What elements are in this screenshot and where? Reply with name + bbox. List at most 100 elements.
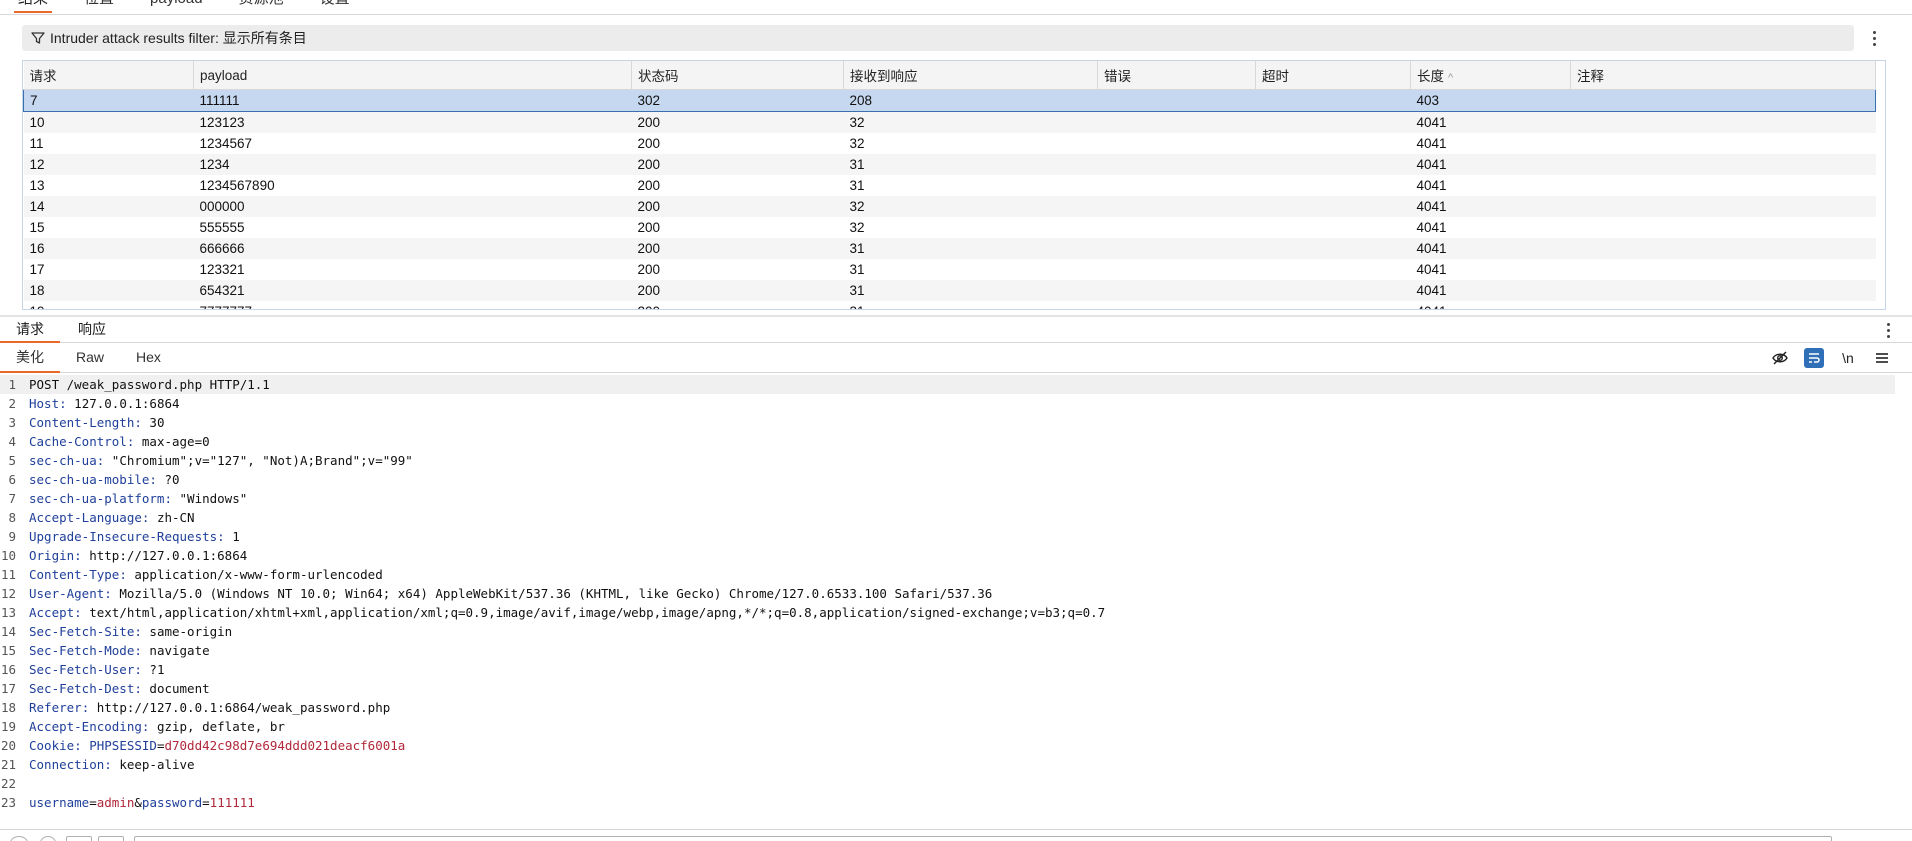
cell-timeout	[1255, 111, 1411, 133]
table-row[interactable]: 18 654321 200 31 4041	[23, 280, 1876, 301]
cell-payload: 123321	[199, 262, 245, 277]
line-content: Accept: text/html,application/xhtml+xml,…	[16, 603, 1105, 622]
line-number: 7	[8, 491, 16, 506]
cell-payload: 000000	[193, 196, 632, 217]
header-name: Accept	[29, 605, 75, 620]
table-row[interactable]: 11 1234567 200 32 4041	[24, 133, 1876, 154]
header-value: http://127.0.0.1:6864/weak_password.php	[96, 700, 391, 715]
code-line: 7 sec-ch-ua-platform: "Windows"	[0, 489, 1912, 508]
column-header-request[interactable]: 请求	[23, 61, 194, 90]
cell-status-code: 200	[631, 154, 844, 175]
menu-icon[interactable]	[1872, 348, 1892, 368]
column-header-length[interactable]: 长度 ^	[1410, 61, 1571, 90]
cell-timeout	[1255, 238, 1411, 259]
line-number: 6	[8, 472, 16, 487]
cell-status-code: 200	[632, 301, 844, 309]
line-number: 16	[0, 662, 16, 677]
cell-comment	[1571, 301, 1876, 309]
hide-non-printable-icon[interactable]	[1770, 348, 1790, 368]
cell-comment	[1570, 196, 1876, 217]
word-wrap-icon[interactable]	[1804, 348, 1824, 368]
table-row[interactable]: 17 123321 200 31 4041	[24, 259, 1876, 280]
table-row[interactable]: 15 555555 200 32 4041	[24, 217, 1876, 238]
column-header-error[interactable]: 错误	[1097, 61, 1256, 90]
pane-options-icon[interactable]	[1880, 320, 1896, 340]
table-header-row: 请求 payload 状态码 接收到响应 错误 超时 长度 ^ 注释	[23, 61, 1876, 90]
settings-icon[interactable]	[40, 836, 56, 841]
column-header-status-code[interactable]: 状态码	[631, 61, 844, 90]
header-name: User-Agent	[29, 586, 105, 601]
header-separator: :	[141, 719, 157, 734]
header-separator: :	[134, 415, 150, 430]
header-name: Referer	[29, 700, 82, 715]
header-separator: :	[104, 757, 120, 772]
header-name: Accept-Language	[29, 510, 142, 525]
line-number: 9	[8, 529, 16, 544]
cell-length: 4041	[1410, 280, 1571, 301]
column-header-response-received[interactable]: 接收到响应	[843, 61, 1098, 90]
tab-positions[interactable]: 位置	[66, 0, 132, 13]
code-line: 13 Accept: text/html,application/xhtml+xm…	[0, 603, 1912, 622]
results-filter-bar[interactable]: Intruder attack results filter: 显示所有条目	[22, 25, 1854, 51]
header-value: navigate	[149, 643, 210, 658]
line-content: Sec-Fetch-Mode: navigate	[16, 641, 210, 660]
tab-resource-pool[interactable]: 资源池	[221, 0, 302, 13]
tab-settings[interactable]: 设置	[302, 0, 368, 13]
cell-status-code: 200	[637, 136, 661, 151]
tab-hex[interactable]: Hex	[120, 344, 177, 372]
request-response-tabs: 请求 响应	[0, 318, 1912, 343]
table-row[interactable]: 19777777720031 4041	[24, 301, 1876, 309]
param-value: 111111	[209, 795, 255, 810]
cell-length: 4041	[1410, 154, 1571, 175]
table-row[interactable]: 7 111111 302 208 403	[23, 89, 1876, 112]
line-content: Content-Type: application/x-www-form-url…	[16, 565, 383, 584]
format-tabs: 美化 Raw Hex	[0, 344, 1912, 373]
line-number: 5	[8, 453, 16, 468]
header-value: 30	[149, 415, 165, 430]
help-icon[interactable]	[10, 836, 28, 841]
request-editor[interactable]: 1 POST /weak_password.php HTTP/1.1 2 Host: …	[0, 375, 1912, 825]
table-row[interactable]: 16 666666 200 31 4041	[23, 238, 1876, 259]
cell-comment	[1570, 280, 1876, 301]
header-value: application/x-www-form-urlencoded	[134, 567, 383, 582]
newline-icon[interactable]: \n	[1838, 348, 1858, 368]
top-tab-bar: 结果 位置 payload 资源池 设置	[0, 0, 1912, 15]
table-row[interactable]: 13 1234567890 200 31 4041	[24, 175, 1876, 196]
cell-response-received: 31	[849, 178, 865, 193]
tab-request[interactable]: 请求	[0, 318, 62, 343]
line-content: Referer: http://127.0.0.1:6864/weak_pass…	[16, 698, 390, 717]
forward-button[interactable]	[98, 836, 124, 841]
line-number: 17	[0, 681, 16, 696]
table-row[interactable]: 10 123123 200 32 4041	[23, 111, 1876, 133]
column-header-comment[interactable]: 注释	[1570, 61, 1876, 90]
code-line: 23 username=admin&password=111111	[0, 793, 1912, 812]
cell-timeout	[1256, 133, 1411, 154]
tab-raw[interactable]: Raw	[60, 344, 120, 372]
pane-splitter[interactable]	[0, 315, 1912, 317]
more-options-icon[interactable]	[1866, 28, 1882, 48]
column-header-timeout[interactable]: 超时	[1255, 61, 1411, 90]
column-header-payload[interactable]: payload	[193, 61, 632, 90]
tab-results[interactable]: 结果	[0, 0, 66, 13]
header-value: max-age=0	[141, 434, 210, 449]
cell-comment	[1571, 175, 1876, 196]
cell-response-received: 31	[849, 262, 865, 277]
cell-status-code: 302	[631, 89, 844, 112]
code-line: 5 sec-ch-ua: "Chromium";v="127", "Not)A;B…	[0, 451, 1912, 470]
cell-timeout	[1255, 89, 1411, 112]
tab-payload[interactable]: payload	[132, 0, 221, 13]
line-number: 14	[0, 624, 16, 639]
cell-request: 11	[29, 136, 44, 151]
table-row[interactable]: 12 1234 200 31 4041	[23, 154, 1876, 175]
cookie-value: d70dd42c98d7e694ddd021deacf6001a	[164, 738, 406, 753]
cell-comment	[1570, 111, 1876, 133]
table-row[interactable]: 14 000000 200 32 4041	[23, 196, 1876, 217]
search-input[interactable]	[134, 836, 1832, 841]
tab-response[interactable]: 响应	[62, 318, 124, 342]
back-button[interactable]	[66, 836, 92, 841]
tab-pretty[interactable]: 美化	[0, 344, 60, 373]
line-content: Accept-Encoding: gzip, deflate, br	[16, 717, 285, 736]
cell-request: 12	[23, 154, 194, 175]
line-content: Connection: keep-alive	[16, 755, 195, 774]
cell-request: 14	[23, 196, 194, 217]
